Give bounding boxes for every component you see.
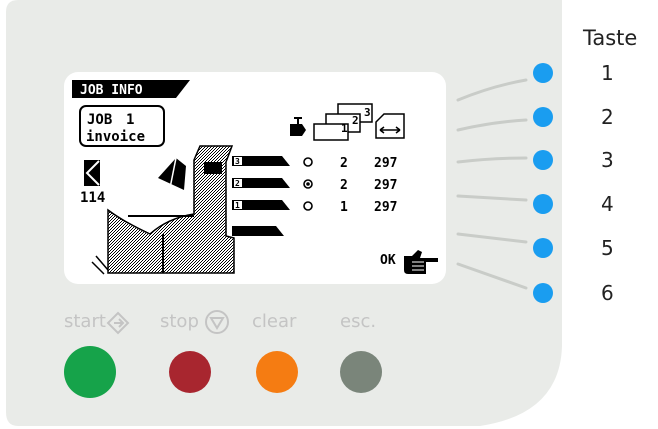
sheet-digit-2: 2 (352, 114, 359, 127)
taste-label-3: 3 (601, 148, 614, 172)
taste-label-6: 6 (601, 281, 614, 305)
taste-label-5: 5 (601, 236, 614, 260)
feeder-1-length: 297 (374, 200, 397, 215)
feeder-3-length: 297 (374, 156, 397, 171)
feeder-1-sheets: 1 (340, 200, 348, 215)
job-label: JOB (87, 112, 112, 128)
tray-2-label: 2 (235, 179, 240, 188)
start-button[interactable] (64, 346, 116, 398)
tray-3: 3 (232, 156, 290, 166)
esc-button[interactable] (340, 351, 382, 393)
softkey-6-button[interactable] (533, 283, 553, 303)
taste-label-1: 1 (601, 61, 614, 85)
job-name: invoice (86, 129, 145, 145)
sheet-digit-1: 1 (341, 122, 348, 135)
paper-length-icon (375, 113, 405, 139)
stop-label: stop (160, 311, 199, 332)
taste-label-2: 2 (601, 105, 614, 129)
feeder-3-radio[interactable] (303, 157, 313, 167)
job-box: JOB 1 invoice (79, 105, 165, 147)
feeder-3-sheets: 2 (340, 156, 348, 171)
control-panel: JOB INFO JOB 1 invoice 114 3 2 1 1 2 3 2… (6, 0, 562, 426)
machine-window (204, 162, 222, 174)
sheet-digit-3: 3 (364, 106, 371, 119)
softkey-1-button[interactable] (533, 63, 553, 83)
counter-icon (84, 160, 100, 186)
tray-output (232, 226, 284, 236)
feeder-2-sheets: 2 (340, 178, 348, 193)
counter-value: 114 (80, 190, 105, 206)
feeder-1-radio[interactable] (303, 201, 313, 211)
lcd-header-text: JOB INFO (80, 83, 143, 98)
softkey-4-button[interactable] (533, 194, 553, 214)
softkey-3-button[interactable] (533, 150, 553, 170)
softkey-5-button[interactable] (533, 238, 553, 258)
feeder-2-length: 297 (374, 178, 397, 193)
clear-label: clear (252, 311, 297, 332)
taste-label-4: 4 (601, 192, 614, 216)
tray-2: 2 (232, 178, 290, 188)
ok-label: OK (380, 253, 396, 268)
feeder-2-radio-dot (306, 182, 310, 186)
taste-heading: Taste (583, 26, 638, 50)
tray-1-label: 1 (235, 201, 240, 210)
tray-1: 1 (232, 200, 290, 210)
job-number: 1 (126, 112, 134, 128)
esc-label: esc. (340, 311, 377, 332)
stop-button[interactable] (169, 351, 211, 393)
start-label: start (64, 311, 106, 332)
tray-3-label: 3 (235, 157, 240, 166)
lcd-header: JOB INFO (72, 80, 190, 98)
clear-button[interactable] (256, 351, 298, 393)
softkey-2-button[interactable] (533, 107, 553, 127)
